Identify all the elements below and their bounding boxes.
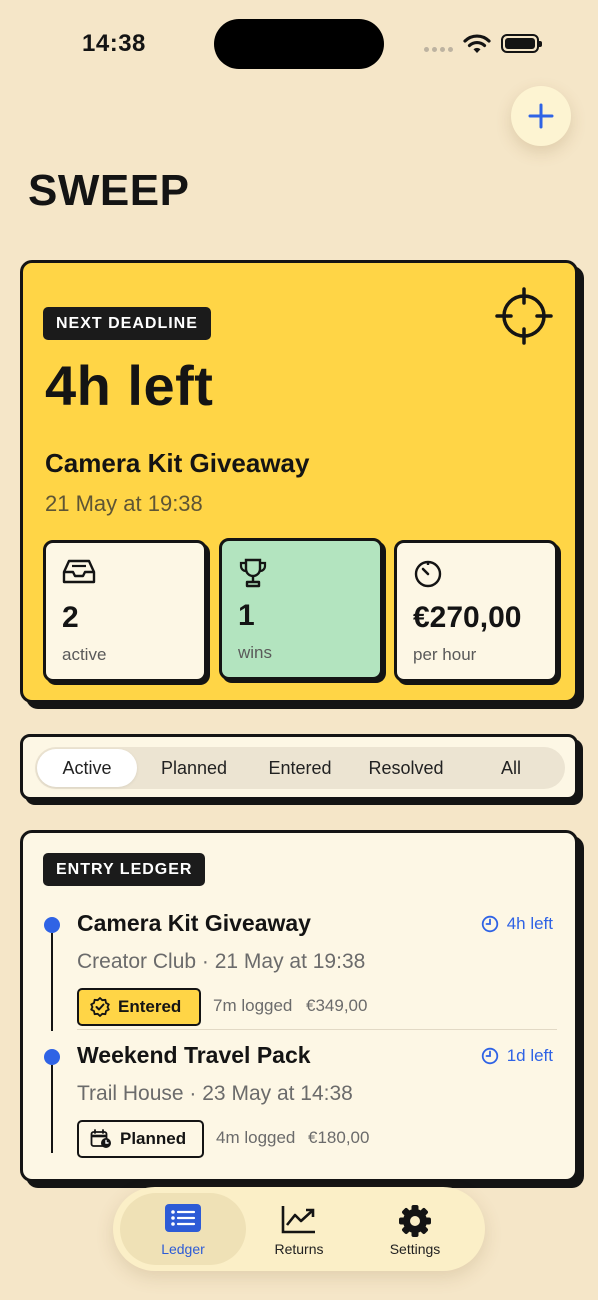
stat-active-value: 2 bbox=[62, 601, 79, 634]
trophy-icon bbox=[239, 558, 267, 588]
stat-active-label: active bbox=[62, 645, 107, 664]
tab-returns-label: Returns bbox=[274, 1241, 324, 1257]
timer-icon bbox=[414, 560, 442, 588]
stat-wins: 1 wins bbox=[219, 538, 383, 680]
entry-subtitle: Creator Club · 21 May at 19:38 bbox=[77, 950, 366, 973]
filter-entered[interactable]: Entered bbox=[247, 749, 353, 787]
entry-time-logged: 4m logged bbox=[216, 1128, 296, 1147]
entry-subtitle: Trail House · 23 May at 14:38 bbox=[77, 1082, 353, 1105]
filter-all[interactable]: All bbox=[459, 749, 563, 787]
tab-ledger[interactable]: Ledger bbox=[120, 1193, 246, 1265]
list-icon bbox=[165, 1204, 201, 1232]
chart-icon bbox=[281, 1206, 315, 1234]
timeline-line bbox=[51, 933, 53, 1031]
status-badge: Planned bbox=[77, 1120, 204, 1158]
calendar-clock-icon bbox=[90, 1129, 111, 1148]
filter-active[interactable]: Active bbox=[37, 749, 137, 787]
next-entry-name: Camera Kit Giveaway bbox=[45, 448, 310, 478]
entry-deadline-text: 4h left bbox=[506, 914, 553, 933]
entry-deadline: 4h left bbox=[481, 914, 553, 934]
add-entry-button[interactable] bbox=[511, 86, 571, 146]
stat-hourly-rate: €270,00 per hour bbox=[394, 540, 558, 682]
status-filter: Active Planned Entered Resolved All bbox=[35, 747, 565, 789]
entry-value: €349,00 bbox=[306, 996, 368, 1015]
stat-active: 2 active bbox=[43, 540, 207, 682]
tab-ledger-label: Ledger bbox=[161, 1241, 205, 1257]
dynamic-island bbox=[214, 19, 384, 69]
stat-wins-label: wins bbox=[238, 643, 273, 662]
filter-bar: Active Planned Entered Resolved All bbox=[20, 734, 578, 800]
filter-resolved[interactable]: Resolved bbox=[353, 749, 459, 787]
entry-deadline-text: 1d left bbox=[506, 1046, 553, 1065]
wifi-icon bbox=[463, 34, 491, 53]
entry-time-logged: 7m logged bbox=[213, 996, 293, 1015]
status-time: 14:38 bbox=[82, 30, 146, 57]
entry-divider bbox=[77, 1029, 557, 1030]
timeline-line bbox=[51, 1065, 53, 1153]
stat-wins-value: 1 bbox=[238, 599, 255, 632]
clock-icon bbox=[481, 915, 498, 933]
status-badge-label: Entered bbox=[118, 997, 182, 1016]
entry-value: €180,00 bbox=[308, 1128, 370, 1147]
filter-planned[interactable]: Planned bbox=[141, 749, 247, 787]
next-deadline-tag: NEXT DEADLINE bbox=[43, 307, 211, 340]
timeline-dot bbox=[44, 1049, 60, 1065]
entry-ledger-tag: ENTRY LEDGER bbox=[43, 853, 206, 886]
gear-icon bbox=[399, 1205, 431, 1237]
countdown: 4h left bbox=[45, 354, 214, 417]
verified-badge-icon bbox=[90, 997, 110, 1017]
entry-title: Camera Kit Giveaway bbox=[77, 910, 311, 936]
status-badge-label: Planned bbox=[120, 1129, 187, 1148]
ledger-entry[interactable]: Camera Kit Giveaway Creator Club · 21 Ma… bbox=[23, 910, 575, 1031]
cellular-signal-icon bbox=[424, 47, 453, 52]
entry-title: Weekend Travel Pack bbox=[77, 1042, 311, 1068]
tab-settings[interactable]: Settings bbox=[352, 1193, 478, 1265]
entry-ledger-card: ENTRY LEDGER Camera Kit Giveaway Creator… bbox=[20, 830, 578, 1182]
entry-deadline: 1d left bbox=[481, 1046, 553, 1066]
inbox-icon bbox=[62, 559, 96, 584]
timeline-dot bbox=[44, 917, 60, 933]
page-title: SWEEP bbox=[28, 166, 190, 215]
stat-hourly-rate-value: €270,00 bbox=[413, 601, 522, 634]
status-badge: Entered bbox=[77, 988, 201, 1026]
battery-icon bbox=[501, 34, 542, 53]
status-bar: 14:38 bbox=[0, 0, 598, 88]
next-deadline-card[interactable]: NEXT DEADLINE 4h left Camera Kit Giveawa… bbox=[20, 260, 578, 703]
clock-icon bbox=[481, 1047, 498, 1065]
tab-settings-label: Settings bbox=[389, 1241, 441, 1257]
tab-bar: Ledger Returns Settings bbox=[113, 1187, 485, 1271]
plus-icon bbox=[528, 103, 554, 129]
ledger-entry[interactable]: Weekend Travel Pack Trail House · 23 May… bbox=[23, 1042, 575, 1162]
stat-hourly-rate-label: per hour bbox=[413, 645, 477, 664]
target-icon bbox=[495, 287, 553, 345]
next-entry-date: 21 May at 19:38 bbox=[45, 491, 203, 516]
tab-returns[interactable]: Returns bbox=[236, 1193, 362, 1265]
